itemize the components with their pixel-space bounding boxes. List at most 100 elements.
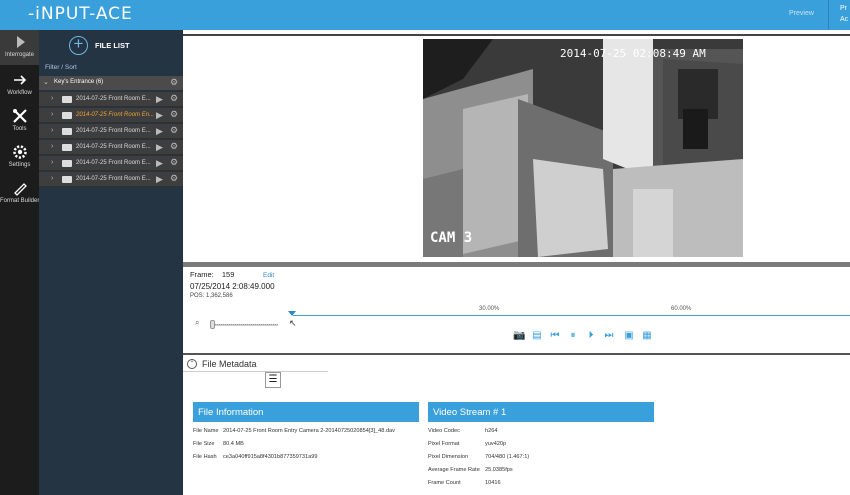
file-name: 2014-07-25 Front Room En... [76, 112, 155, 118]
skip-back-icon[interactable]: ⏮ [549, 330, 561, 342]
frame-label: Frame: [190, 270, 214, 279]
timeline-track[interactable] [293, 315, 850, 316]
window-icon[interactable]: ▣ [623, 330, 635, 342]
gear-icon[interactable]: ⚙ [170, 109, 178, 120]
nav-settings-label: Settings [8, 162, 31, 168]
frame-indicator: Frame: 159 [190, 270, 234, 279]
video-stream-value: 10416 [485, 480, 501, 486]
gear-icon[interactable]: ⚙ [170, 173, 178, 184]
gear-icon[interactable]: ⚙ [170, 93, 178, 104]
frame-value: 159 [221, 270, 235, 279]
play-icon[interactable]: ▶ [156, 174, 163, 185]
frame-datetime: 07/25/2014 2:08:49.000 [190, 282, 275, 291]
play-icon[interactable]: ▶ [156, 142, 163, 153]
file-name: 2014-07-25 Front Room E... [76, 144, 151, 150]
main-area: 2014-07-25 02:08:49 AM CAM 3 Frame: 159 … [183, 30, 850, 495]
video-stream-key: Frame Count [428, 480, 461, 486]
file-group-name: Key's Entrance (6) [54, 79, 104, 85]
file-name: 2014-07-25 Front Room E... [76, 96, 151, 102]
left-nav: Interrogate Workflow Tools Settings Form… [0, 30, 39, 495]
file-icon [62, 160, 72, 167]
tools-icon [12, 109, 27, 123]
zoom-slider-handle[interactable] [210, 320, 215, 329]
video-viewer[interactable]: 2014-07-25 02:08:49 AM CAM 3 [423, 39, 743, 257]
snapshot-camera-icon[interactable]: 📷 [513, 330, 525, 342]
chevron-right-icon[interactable]: › [51, 95, 53, 102]
video-stream-header: Video Stream # 1 [428, 402, 654, 422]
video-stream-value: 704/480 (1.467:1) [485, 454, 530, 460]
nav-workflow[interactable]: Workflow [0, 68, 39, 103]
nav-format-builder-label: Format Builder [0, 198, 40, 204]
account-menu[interactable]: Pr Ac [840, 3, 848, 25]
chevron-right-icon[interactable]: › [51, 111, 53, 118]
file-info-value: 2014-07-25 Front Room Entry Camera 2-201… [223, 428, 395, 434]
file-name: 2014-07-25 Front Room E... [76, 128, 151, 134]
preview-link[interactable]: Preview [789, 10, 814, 17]
grid-icon[interactable]: ▦ [641, 330, 653, 342]
mouse-cursor-icon: ↖ [289, 318, 297, 328]
list-view-icon[interactable]: ☰ [265, 372, 281, 388]
main-top-line [183, 34, 850, 36]
pencil-icon [13, 183, 27, 196]
timeline-tick-30: 30.00% [479, 306, 500, 312]
file-icon [62, 176, 72, 183]
chevron-right-icon[interactable]: › [51, 159, 53, 166]
video-stream-value: yuv420p [485, 441, 507, 447]
group-gear-icon[interactable]: ⚙ [170, 77, 178, 88]
video-timestamp: 2014-07-25 02:08:49 AM [560, 47, 706, 60]
file-group[interactable]: ⌄ Key's Entrance (6) ⚙ [39, 76, 183, 90]
arrow-right-icon [13, 75, 26, 85]
file-row[interactable]: › 2014-07-25 Front Room E... ▶ ⚙ [39, 92, 183, 107]
metadata-title-underline [183, 371, 328, 372]
app-logo: -iNPUT-ACE [28, 4, 133, 24]
chevron-right-icon[interactable]: › [51, 127, 53, 134]
chevron-right-icon[interactable]: › [51, 175, 53, 182]
top-bar: -iNPUT-ACE Preview Pr Ac [0, 0, 850, 30]
file-row[interactable]: › 2014-07-25 Front Room E... ▶ ⚙ [39, 140, 183, 155]
file-info-key: File Hash [193, 454, 217, 460]
collapse-up-icon[interactable]: ⌃ [187, 359, 197, 369]
skip-forward-icon[interactable]: ⏭ [603, 330, 615, 342]
gear-icon [12, 145, 27, 159]
play-icon[interactable]: ▶ [156, 110, 163, 121]
play-icon[interactable]: ▶ [156, 94, 163, 105]
add-file-button[interactable]: + [69, 34, 88, 55]
file-row-selected[interactable]: › 2014-07-25 Front Room En... ▶ ⚙ [39, 108, 183, 123]
step-forward-icon[interactable]: ⏵ [585, 330, 597, 342]
export-film-icon[interactable]: ▤ [531, 330, 543, 342]
account-menu-line-2: Ac [840, 16, 849, 23]
gear-icon[interactable]: ⚙ [170, 125, 178, 136]
nav-tools-label: Tools [12, 126, 27, 132]
file-name: 2014-07-25 Front Room E... [76, 176, 151, 182]
zoom-slider[interactable] [213, 324, 278, 326]
file-info-value: ce3a040ff915a8f4301b877359731a99 [223, 454, 318, 460]
timeline-divider [183, 262, 850, 267]
file-row[interactable]: › 2014-07-25 Front Room E... ▶ ⚙ [39, 156, 183, 171]
nav-format-builder[interactable]: Format Builder [0, 176, 39, 211]
video-stream-value: 25.0385fps [485, 467, 513, 473]
video-stream-key: Average Frame Rate [428, 467, 480, 473]
file-icon [62, 96, 72, 103]
pause-icon[interactable]: ⏸ [567, 330, 579, 342]
file-icon [62, 144, 72, 151]
cctv-frame-image [423, 39, 743, 257]
file-list-header: + FILE LIST [69, 34, 179, 56]
nav-interrogate[interactable]: Interrogate [0, 30, 39, 65]
play-icon[interactable]: ▶ [156, 126, 163, 137]
file-list-title: FILE LIST [95, 41, 130, 50]
file-row[interactable]: › 2014-07-25 Front Room E... ▶ ⚙ [39, 172, 183, 187]
file-row[interactable]: › 2014-07-25 Front Room E... ▶ ⚙ [39, 124, 183, 139]
playhead-marker[interactable] [288, 311, 296, 316]
play-icon [16, 36, 25, 48]
gear-icon[interactable]: ⚙ [170, 141, 178, 152]
nav-settings[interactable]: Settings [0, 140, 39, 175]
play-icon[interactable]: ▶ [156, 158, 163, 169]
app-window: -iNPUT-ACE Preview Pr Ac Interrogate Wor… [0, 0, 850, 495]
nav-tools[interactable]: Tools [0, 104, 39, 139]
filter-sort-link[interactable]: Filter / Sort [45, 64, 77, 71]
chevron-right-icon[interactable]: › [51, 143, 53, 150]
plus-icon: + [73, 34, 84, 53]
timeline-tick-60: 60.00% [671, 306, 692, 312]
gear-icon[interactable]: ⚙ [170, 157, 178, 168]
edit-frame-link[interactable]: Edit [263, 272, 274, 279]
